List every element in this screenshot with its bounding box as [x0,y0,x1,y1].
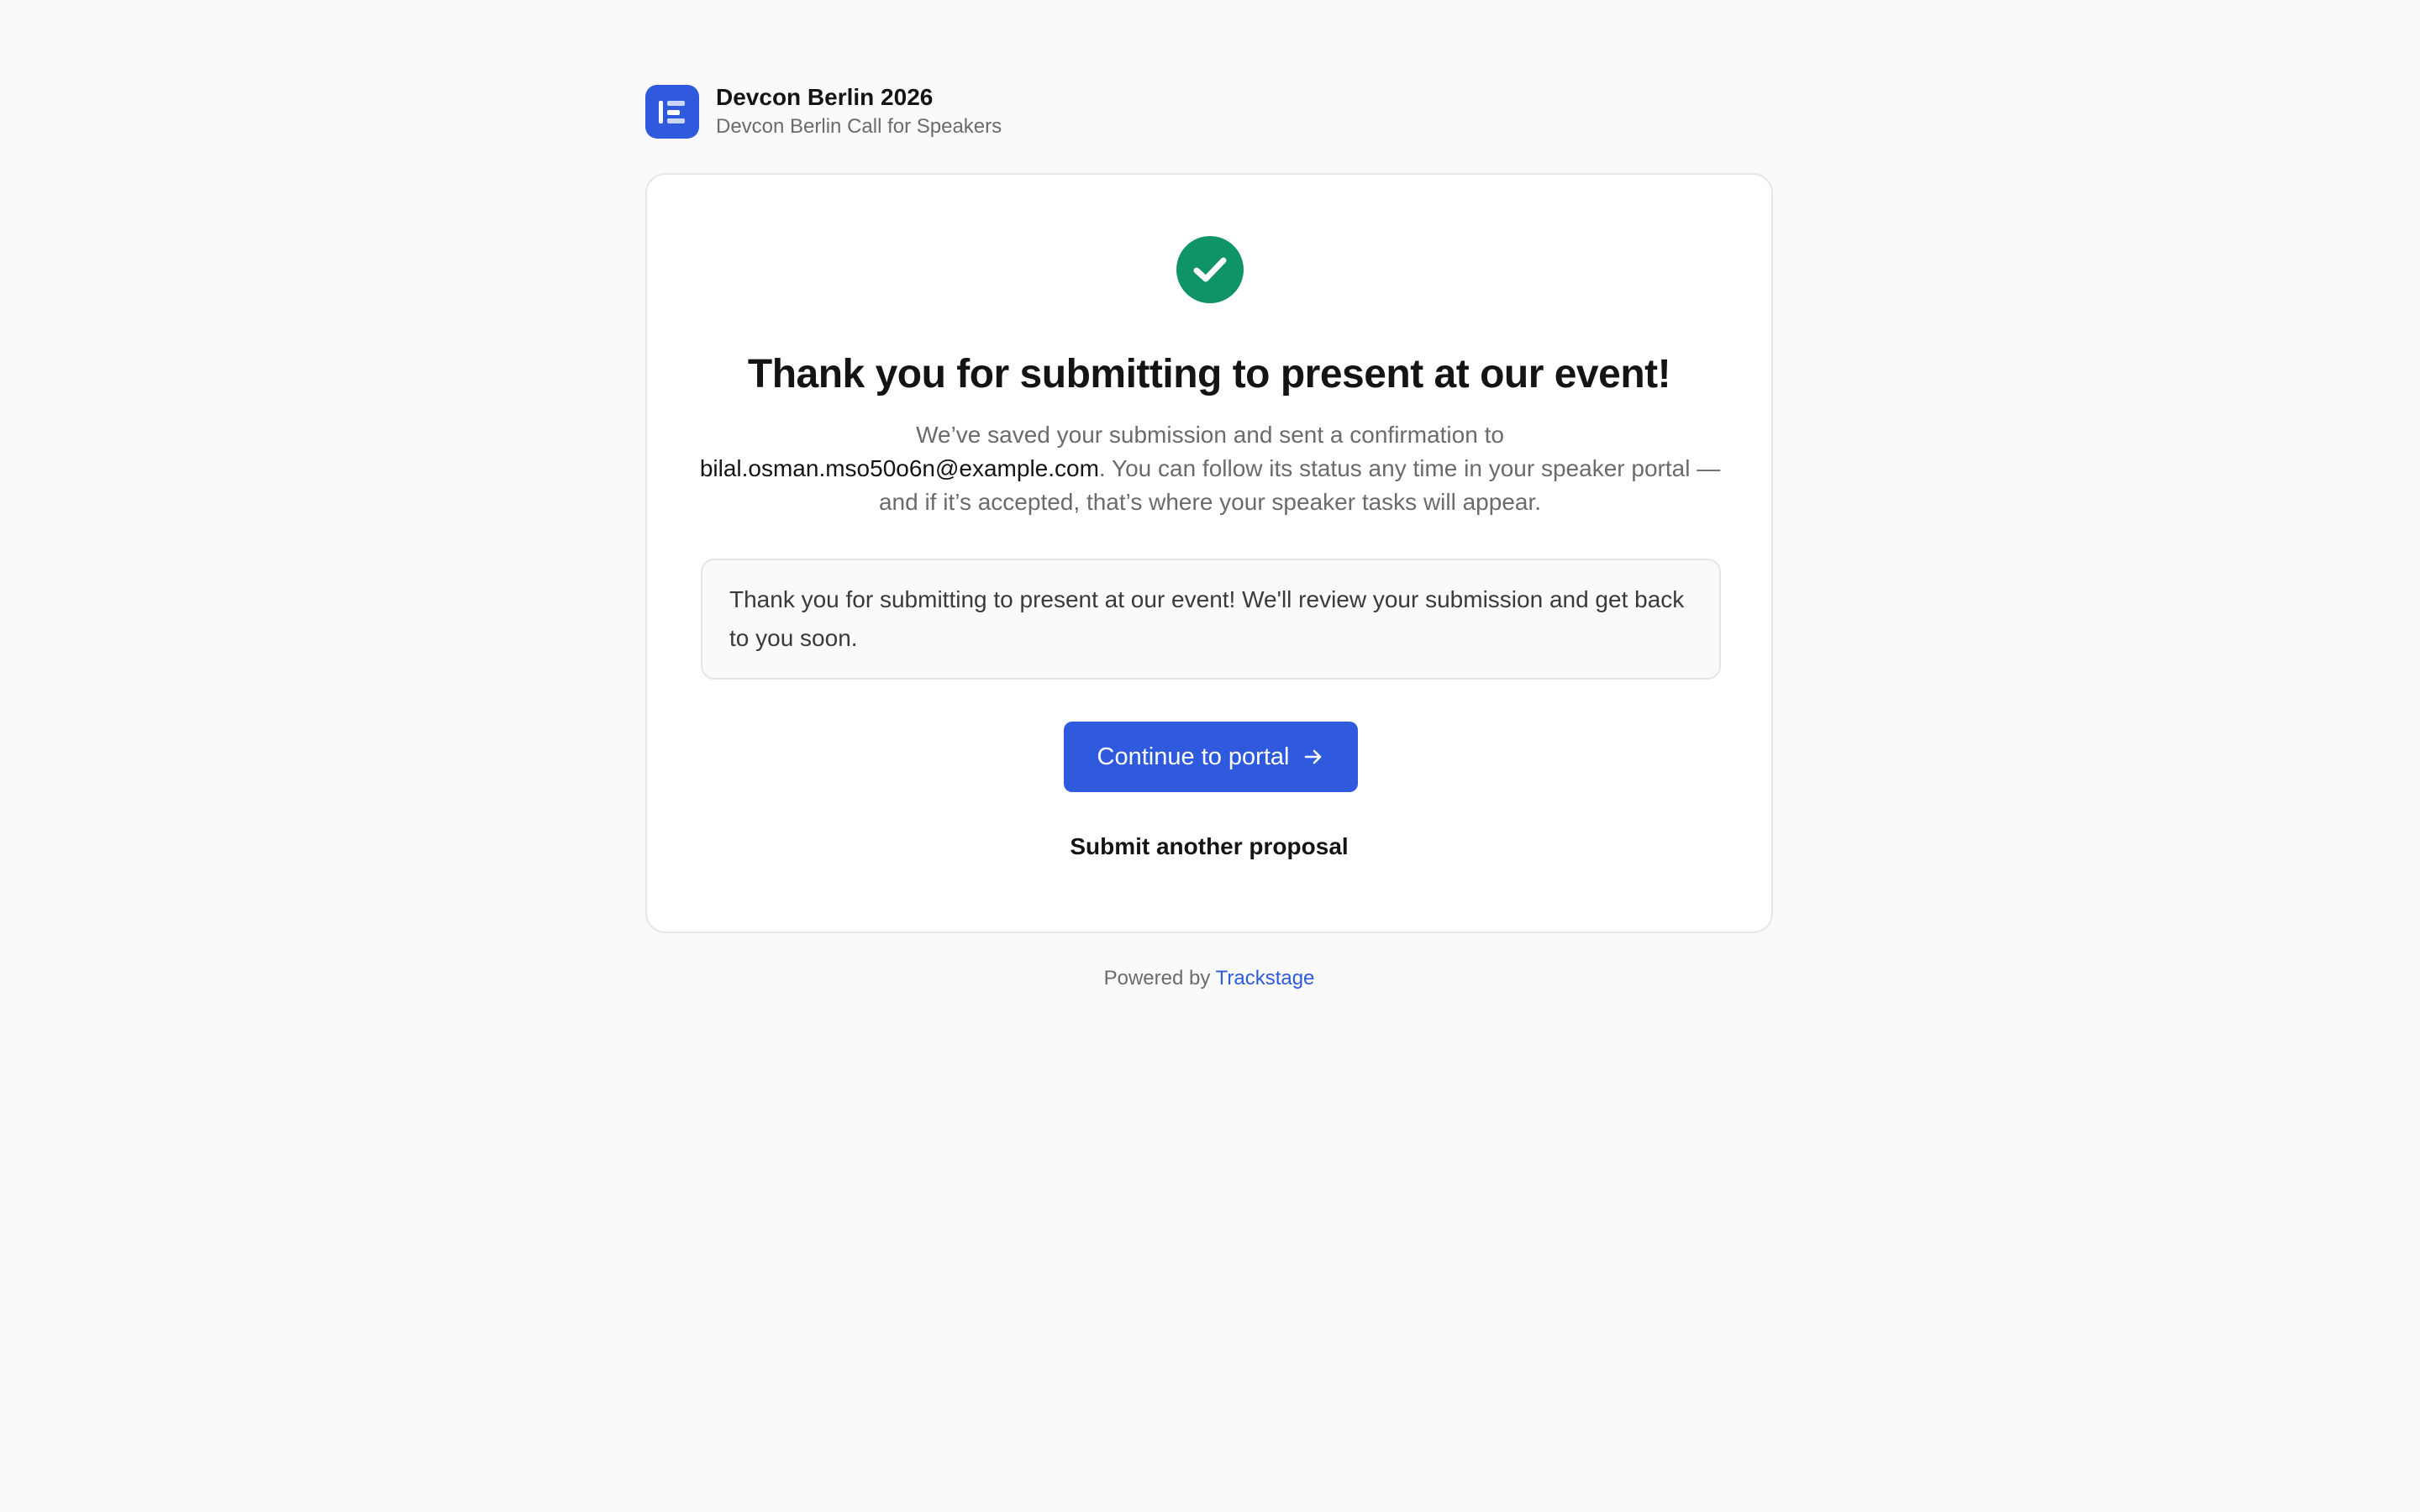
org-header: Devcon Berlin 2026 Devcon Berlin Call fo… [645,83,1002,140]
org-text: Devcon Berlin 2026 Devcon Berlin Call fo… [716,83,1002,140]
arrow-right-icon [1302,746,1324,768]
confirmation-lead: We’ve saved your submission and sent a c… [697,418,1723,519]
lead-text: We’ve saved your submission and sent a c… [916,422,1504,448]
org-name: Devcon Berlin 2026 [716,84,934,110]
trackstage-link[interactable]: Trackstage [1216,967,1315,990]
powered-by-text: Powered by [1103,967,1211,990]
footer: Powered by Trackstage [645,964,1773,993]
confirmation-email: bilal.osman.mso50o6n@example.com [699,455,1099,481]
continue-to-portal-button[interactable]: Continue to portal [1064,722,1358,792]
continue-button-label: Continue to portal [1097,743,1290,770]
confirmation-card: Thank you for submitting to present at o… [645,173,1773,933]
organizer-message: Thank you for submitting to present at o… [701,559,1721,680]
event-logo-icon [645,85,699,139]
confirmation-title: Thank you for submitting to present at o… [747,352,1671,396]
org-subtitle: Devcon Berlin Call for Speakers [716,115,1002,138]
submit-another-proposal-link[interactable]: Submit another proposal [647,830,1771,864]
check-circle-icon [1176,236,1244,303]
